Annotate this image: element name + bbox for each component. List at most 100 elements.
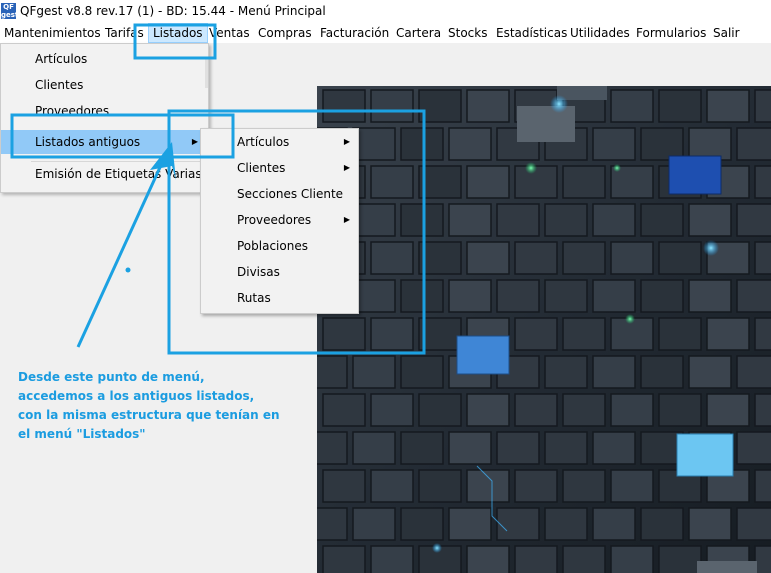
cube-tile [322,545,366,573]
cube-tile [736,355,771,389]
submenu-item-poblaciones[interactable]: Poblaciones [201,233,358,259]
dropdown-item-articulos[interactable]: Artículos [1,47,208,71]
cube-tile [736,507,771,541]
cube-tile [466,241,510,275]
triangle-right-icon: ▶ [191,137,198,146]
menu-mantenimientos[interactable]: Mantenimientos [4,25,101,41]
cube-tile [544,431,588,465]
title-bar: QF gest QFgest v8.8 rev.17 (1) - BD: 15.… [0,0,771,22]
triangle-right-icon: ▶ [343,137,350,146]
app-icon: QF gest [1,3,19,19]
cube-tile [610,89,654,123]
cube-tile [418,89,462,123]
listados-dropdown: Artículos Clientes Proveedores Listados … [0,43,209,193]
cube-tile [592,355,636,389]
cube-tile [448,127,492,161]
dropdown-item-listados-antiguos[interactable]: Listados antiguos ▶ [1,130,208,154]
cube-tile [370,469,414,503]
menu-estadisticas[interactable]: Estadísticas [496,25,567,41]
cube-tile [544,355,588,389]
cube-tile [706,89,750,123]
cubes-background-graphic [317,86,771,573]
submenu-item-secciones-cliente[interactable]: Secciones Cliente [201,181,358,207]
annotation-line: con la misma estructura que tenían en [18,408,280,422]
cube-tile [322,393,366,427]
listados-antiguos-submenu: Artículos ▶ Clientes ▶ Secciones Cliente… [200,128,359,314]
cube-tile [562,317,606,351]
menu-ventas[interactable]: Ventas [209,25,250,41]
menu-utilidades[interactable]: Utilidades [570,25,630,41]
cube-tile [466,393,510,427]
cube-tile [352,127,396,161]
cube-tile [370,317,414,351]
cube-tile [562,165,606,199]
cube-tile [514,393,558,427]
cube-tile [322,317,366,351]
cube-tile [592,127,636,161]
annotation-line: Desde este punto de menú, [18,370,205,384]
cube-tile [562,469,606,503]
cube-tile [640,203,684,237]
cube-tile [592,279,636,313]
submenu-item-label: Proveedores [237,213,312,227]
cube-tile [640,507,684,541]
cube-tile [418,241,462,275]
annotation-line: el menú "Listados" [18,427,146,441]
triangle-right-icon: ▶ [343,215,350,224]
cube-tile [658,317,702,351]
cube-tile [400,203,444,237]
cube-tile [754,89,771,123]
menu-formularios[interactable]: Formularios [636,25,706,41]
cube-tile [448,203,492,237]
cube-tile [400,507,444,541]
dropdown-item-clientes[interactable]: Clientes [1,73,208,97]
cube-tile [448,507,492,541]
submenu-item-label: Clientes [237,161,286,175]
cube-tile [400,431,444,465]
cube-tile [496,203,540,237]
submenu-item-rutas[interactable]: Rutas [201,285,358,311]
cube-tile [640,127,684,161]
cube-tile [317,431,348,465]
cube-tile [640,279,684,313]
cube-tile [754,241,771,275]
cube-tile [400,279,444,313]
cube-tile [448,431,492,465]
cube-tile [418,317,462,351]
menu-stocks[interactable]: Stocks [448,25,487,41]
cube-tile [448,279,492,313]
cube-tile [610,241,654,275]
menu-cartera[interactable]: Cartera [396,25,441,41]
cube-tile [592,203,636,237]
menu-salir[interactable]: Salir [713,25,740,41]
dropdown-item-proveedores[interactable]: Proveedores [1,99,208,123]
menu-listados[interactable]: Listados [148,23,208,43]
cube-tile [706,393,750,427]
cube-tile [736,203,771,237]
submenu-item-clientes[interactable]: Clientes ▶ [201,155,358,181]
cube-tile [754,393,771,427]
submenu-item-label: Secciones Cliente [237,187,344,201]
cube-tile [317,507,348,541]
menu-facturacion[interactable]: Facturación [320,25,389,41]
cube-tile [322,89,366,123]
cube-tile [688,355,732,389]
cube-tile [562,241,606,275]
cube-tile [754,317,771,351]
cube-tile [592,507,636,541]
cube-tile [352,431,396,465]
cube-tile [754,469,771,503]
submenu-item-articulos[interactable]: Artículos ▶ [201,129,358,155]
submenu-item-proveedores[interactable]: Proveedores ▶ [201,207,358,233]
submenu-item-divisas[interactable]: Divisas [201,259,358,285]
cube-tile [544,507,588,541]
cube-tile [688,507,732,541]
cube-tile [736,279,771,313]
cube-tile [418,393,462,427]
menu-compras[interactable]: Compras [258,25,312,41]
menu-tarifas[interactable]: Tarifas [105,25,144,41]
cube-tile [370,165,414,199]
cube-tile [400,355,444,389]
submenu-item-label: Poblaciones [237,239,308,253]
dropdown-item-emision-etiquetas[interactable]: Emisión de Etiquetas Varias [1,162,208,186]
